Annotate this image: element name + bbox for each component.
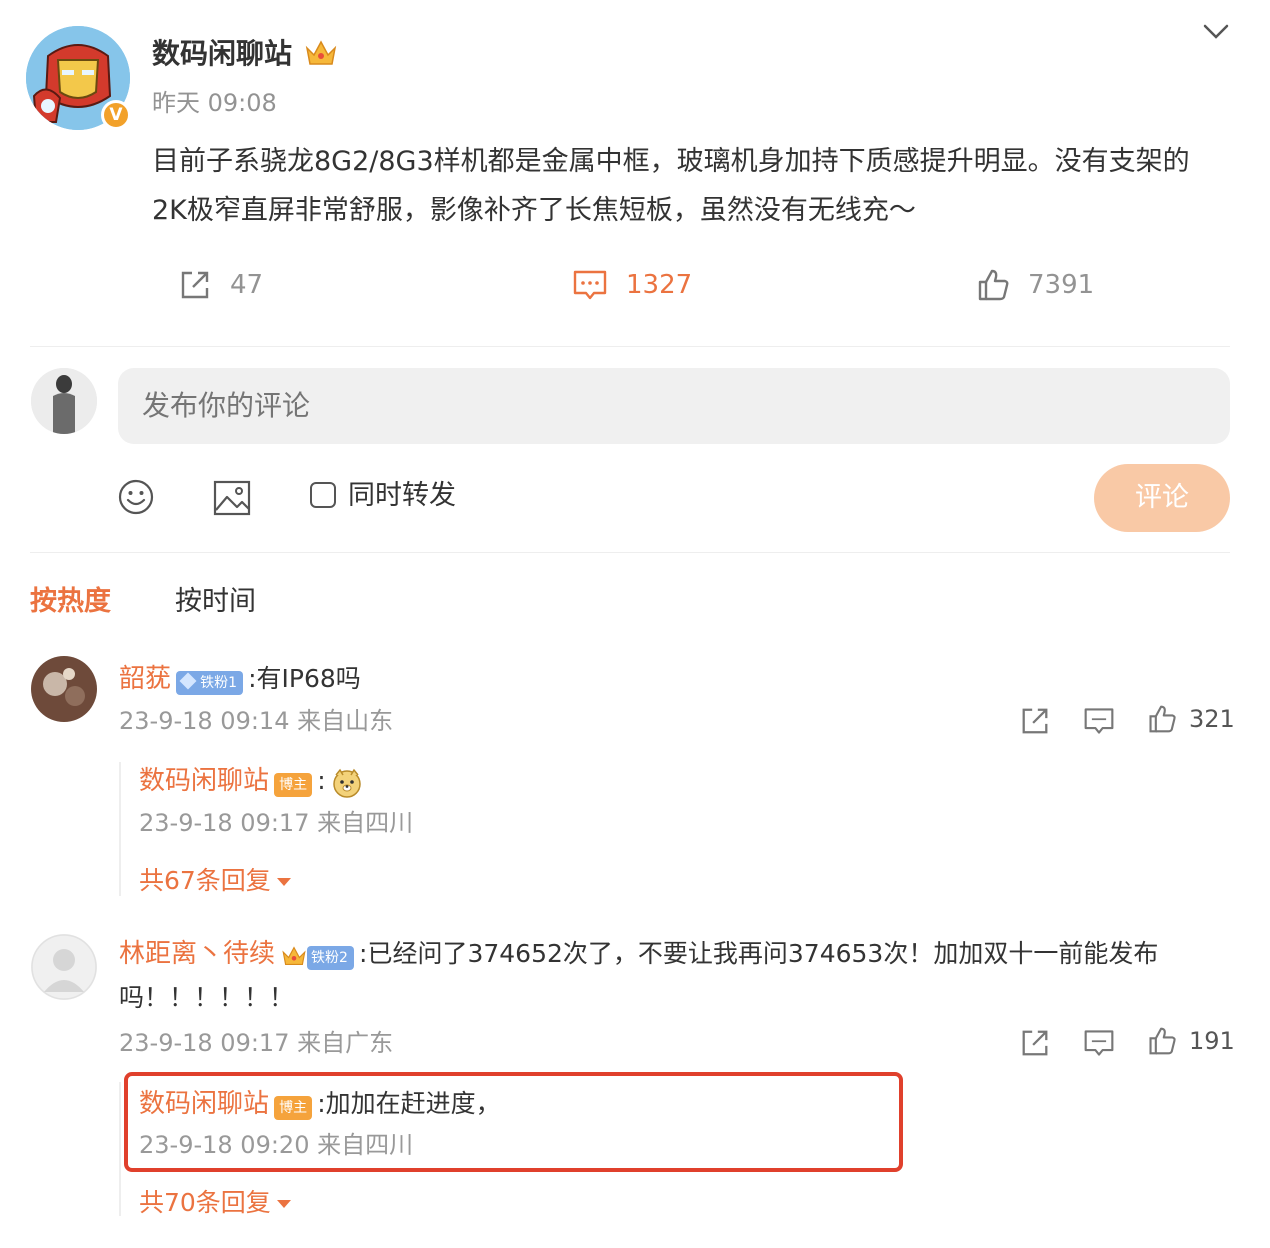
more-replies-link[interactable]: 共67条回复 [139, 864, 291, 898]
thumbs-up-icon [1149, 1027, 1176, 1055]
share-icon[interactable] [1019, 705, 1051, 737]
doge-emoji-icon [331, 767, 363, 803]
comment-header: 林距离丶待续 铁粉2 :已经问了374652次了，不要让我再问374653次！加… [119, 932, 1219, 1020]
comment-text: :有IP68吗 [248, 664, 361, 693]
thumbs-up-icon [1149, 705, 1176, 733]
post-time: 昨天 09:08 [152, 89, 277, 117]
highlight-box [124, 1072, 903, 1172]
like-button[interactable]: 7391 [976, 268, 1094, 302]
diamond-icon [179, 672, 197, 689]
my-avatar[interactable] [31, 368, 97, 434]
tab-sort-hot[interactable]: 按热度 [30, 584, 111, 620]
commenter-name[interactable]: 韶莸 [119, 664, 171, 694]
more-replies-label: 共67条回复 [139, 866, 271, 895]
reply-meta: 23-9-18 09:17 来自四川 [139, 809, 414, 837]
same-forward-checkbox[interactable] [310, 482, 336, 508]
comment-meta: 23-9-18 09:14 来自山东 [119, 707, 394, 735]
reply-author-name[interactable]: 数码闲聊站 [139, 766, 269, 796]
repost-button[interactable]: 47 [178, 268, 263, 302]
comment-icon [573, 270, 607, 300]
post-author-name[interactable]: 数码闲聊站 [152, 34, 292, 74]
comment-like-button[interactable]: 321 [1147, 703, 1235, 735]
comment-icon[interactable] [1083, 705, 1115, 737]
crown-icon [281, 944, 307, 972]
divider [30, 346, 1230, 347]
more-replies-label: 共70条回复 [139, 1188, 271, 1217]
comment-like-count: 321 [1189, 705, 1235, 733]
same-forward-label[interactable]: 同时转发 [348, 478, 456, 514]
repost-count: 47 [230, 270, 264, 300]
commenter-name[interactable]: 林距离丶待续 [119, 939, 275, 969]
reply-text: : [317, 766, 326, 795]
caret-down-icon [276, 878, 291, 886]
divider [30, 552, 1230, 553]
comment-meta: 23-9-18 09:17 来自广东 [119, 1029, 394, 1057]
share-icon [181, 271, 209, 299]
comment-icon[interactable] [1083, 1027, 1115, 1059]
like-count: 7391 [1028, 270, 1095, 300]
comment-button[interactable]: 1327 [572, 268, 692, 302]
emoji-icon[interactable] [118, 479, 154, 515]
comment-like-count: 191 [1189, 1027, 1235, 1055]
fan-badge-label: 铁粉2 [311, 949, 348, 966]
thumbs-up-icon [978, 269, 1009, 301]
submit-comment-button[interactable]: 评论 [1094, 464, 1230, 532]
crown-icon [304, 38, 338, 68]
tab-sort-time[interactable]: 按时间 [175, 584, 256, 620]
verified-badge: V [101, 100, 131, 130]
share-icon[interactable] [1019, 1027, 1051, 1059]
comment-header: 韶莸 铁粉1 :有IP68吗 [119, 657, 361, 701]
caret-down-icon [276, 1200, 291, 1208]
reply-thread-line [119, 1082, 121, 1216]
more-replies-link[interactable]: 共70条回复 [139, 1186, 291, 1220]
fan-badge: 铁粉1 [176, 670, 244, 695]
post-content: 目前子系骁龙8G2/8G3样机都是金属中框，玻璃机身加持下质感提升明显。没有支架… [152, 146, 1190, 226]
image-icon[interactable] [213, 480, 251, 516]
fan-badge: 铁粉2 [307, 945, 354, 970]
host-badge: 博主 [274, 772, 313, 797]
chevron-down-icon[interactable] [1200, 18, 1232, 46]
comment-count: 1327 [626, 270, 693, 300]
fan-badge-label: 铁粉1 [200, 674, 238, 691]
comment-like-button[interactable]: 191 [1147, 1025, 1235, 1057]
commenter-avatar[interactable] [31, 934, 97, 1000]
reply-thread-line [119, 762, 121, 896]
commenter-avatar[interactable] [31, 656, 97, 722]
comment-input[interactable] [118, 368, 1230, 444]
reply-header: 数码闲聊站 博主 : [139, 759, 363, 803]
